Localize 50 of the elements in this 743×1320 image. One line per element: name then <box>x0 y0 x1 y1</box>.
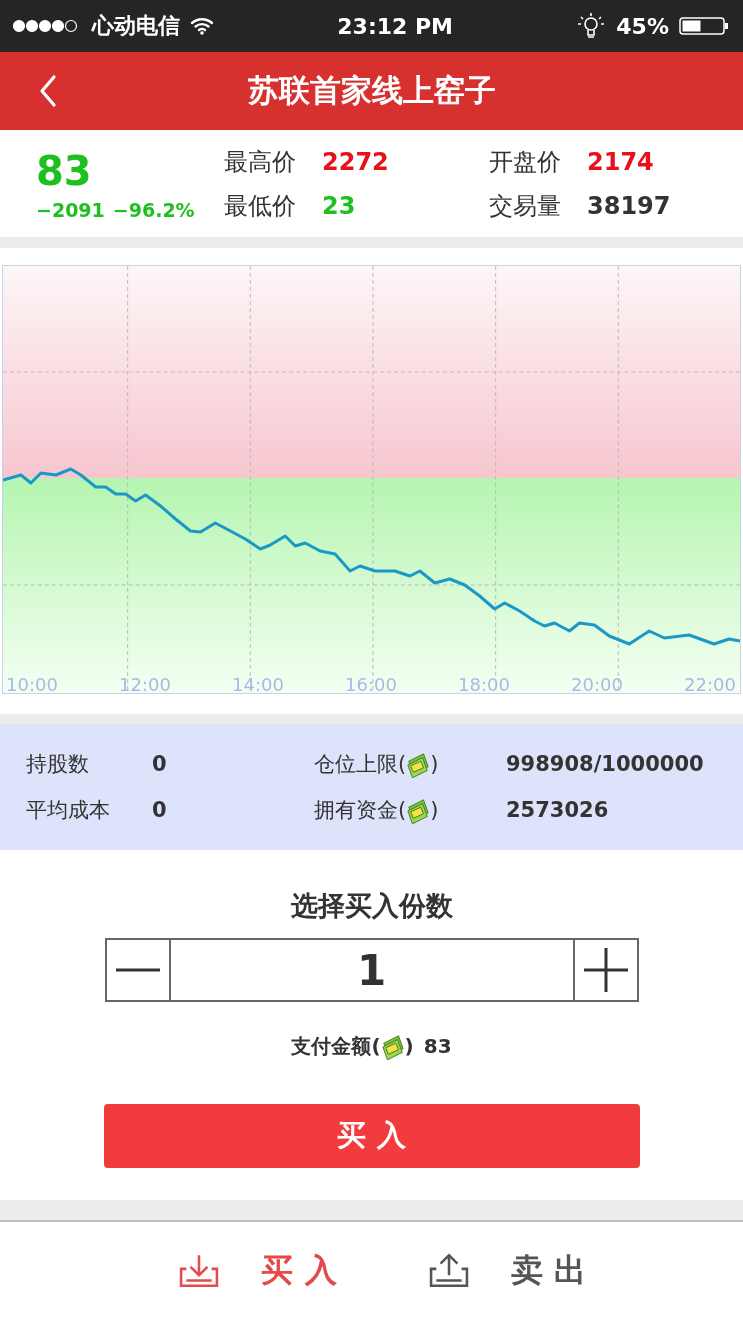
stat-label: 最高价 <box>224 146 296 178</box>
time-label: 18:00 <box>458 674 510 695</box>
battery-icon <box>679 16 729 36</box>
payment-amount: 83 <box>423 1034 452 1058</box>
percent-change: −96.2% <box>112 198 195 221</box>
time-label: 14:00 <box>232 674 284 695</box>
wifi-icon <box>190 17 214 35</box>
stat-value: 2272 <box>322 147 389 176</box>
payment-label: ) <box>404 1034 414 1058</box>
stat-label: 最低价 <box>224 190 296 222</box>
holding-label: ) <box>430 798 439 822</box>
price-change: −2091 <box>36 198 105 221</box>
holding-label: 仓位上限( <box>314 751 407 778</box>
time-label: 20:00 <box>571 674 623 695</box>
holding-label: 平均成本 <box>26 797 110 824</box>
quantity-stepper[interactable]: 1 <box>104 938 639 1002</box>
stat-value: 23 <box>322 191 356 220</box>
time-label: 12:00 <box>119 674 171 695</box>
holding-value: 998908/1000000 <box>506 752 704 776</box>
money-icon <box>406 750 431 778</box>
back-icon <box>38 74 58 108</box>
money-icon <box>380 1032 405 1060</box>
stat-value: 2174 <box>587 147 654 176</box>
buy-button[interactable]: 买 入 <box>103 1104 640 1168</box>
lightbulb-icon <box>576 11 607 41</box>
back-button[interactable] <box>38 74 58 108</box>
time-label: 22:00 <box>684 674 736 695</box>
holding-value: 0 <box>152 798 167 822</box>
money-icon <box>406 796 431 824</box>
page-title: 苏联首家线上窑子 <box>247 71 496 110</box>
holding-value: 0 <box>152 752 167 776</box>
stat-label: 开盘价 <box>489 146 561 178</box>
carrier-name: 心动电信 <box>92 12 180 40</box>
holding-label: 拥有资金( <box>314 797 407 824</box>
stat-label: 交易量 <box>489 190 561 222</box>
current-price: 83 <box>36 146 93 195</box>
time-label: 10:00 <box>6 674 58 695</box>
holding-label: ) <box>430 752 439 776</box>
tab-item[interactable]: 买 入 <box>177 1249 337 1293</box>
payment-label: 支付金额( <box>291 1032 381 1060</box>
time-label: 16:00 <box>345 674 397 695</box>
quantity-heading: 选择买入份数 <box>290 889 453 923</box>
holding-value: 2573026 <box>506 798 609 822</box>
battery-percent: 45% <box>616 13 669 39</box>
holding-label: 持股数 <box>26 751 89 778</box>
plus-icon <box>583 948 628 992</box>
minus-icon <box>115 968 160 972</box>
stat-value: 38197 <box>587 191 671 220</box>
tab-item[interactable]: 卖 出 <box>426 1249 586 1293</box>
clock-time: 23:12 PM <box>337 13 453 39</box>
